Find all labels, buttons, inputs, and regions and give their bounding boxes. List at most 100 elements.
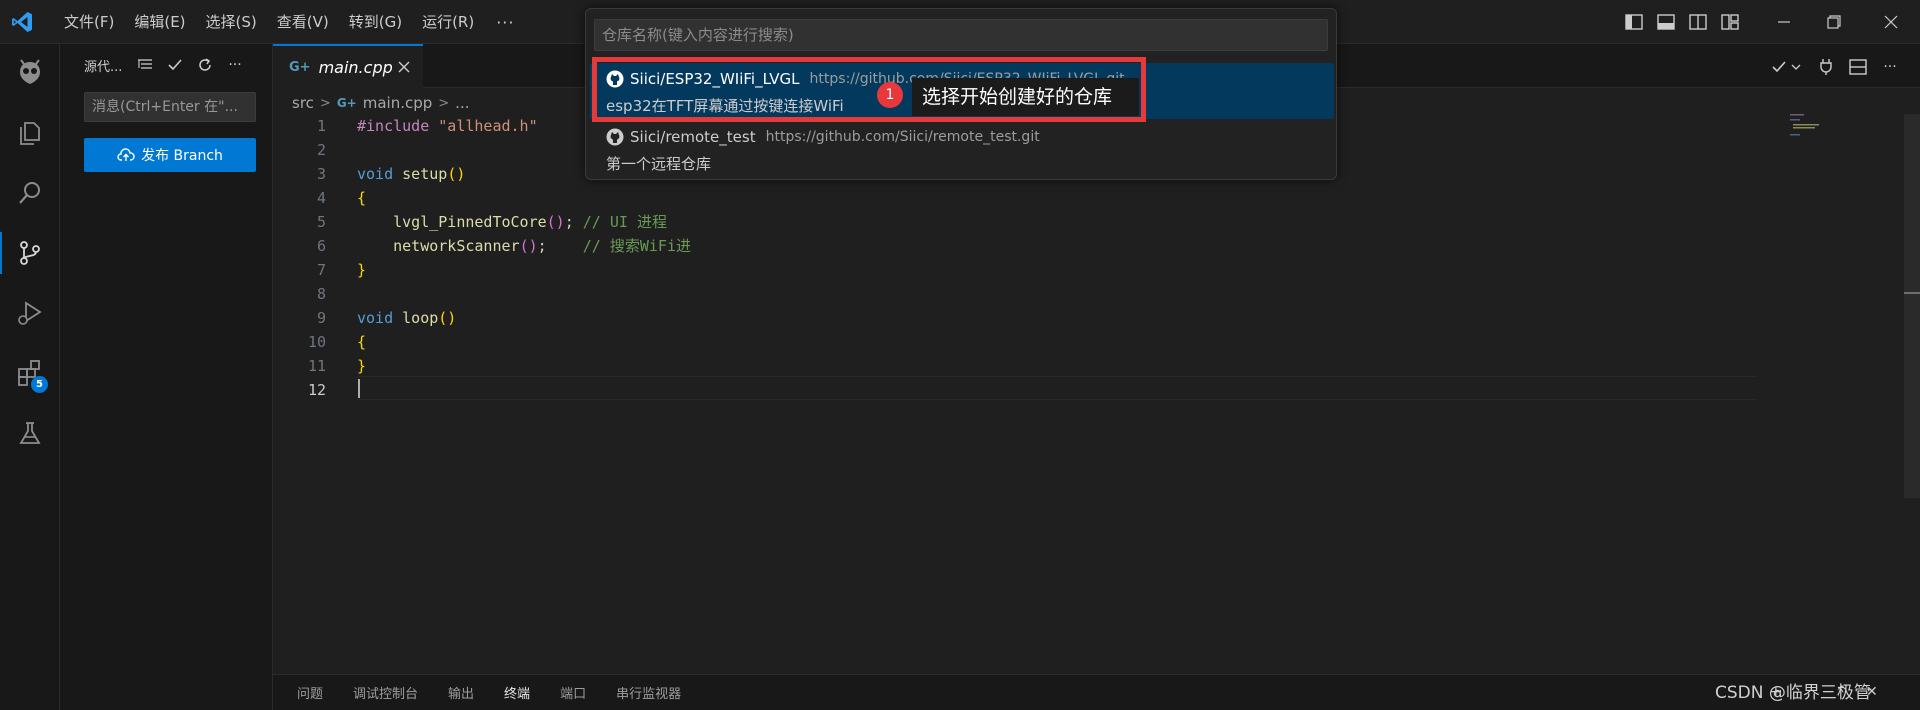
text-cursor xyxy=(358,379,360,398)
line-number: 11 xyxy=(307,357,326,375)
line-number: 1 xyxy=(316,117,326,135)
tab-terminal[interactable]: 终端 xyxy=(504,683,530,702)
menu-run[interactable]: 运行(R) xyxy=(412,7,484,37)
refresh-icon[interactable] xyxy=(194,54,216,76)
extensions-icon[interactable]: 5 xyxy=(0,344,60,402)
cpp-file-icon: G+ xyxy=(336,96,357,110)
line-number: 4 xyxy=(316,189,326,207)
line-number: 12 xyxy=(307,381,326,399)
platformio-icon[interactable] xyxy=(0,44,60,102)
customize-layout-icon[interactable] xyxy=(1718,10,1742,34)
code-editor[interactable]: 1 #include "allhead.h" 2 3 void setup() 4{… xyxy=(273,114,1920,674)
menu-file[interactable]: 文件(F) xyxy=(54,7,124,37)
publish-branch-button[interactable]: 发布 Branch xyxy=(84,138,256,172)
vscode-logo-icon xyxy=(12,12,32,32)
toggle-panel-icon[interactable] xyxy=(1654,10,1678,34)
breadcrumb-file[interactable]: main.cpp xyxy=(363,94,433,112)
tab-ports[interactable]: 端口 xyxy=(560,683,586,702)
code-token: () xyxy=(447,165,466,183)
code-token: "allhead.h" xyxy=(438,117,538,135)
scroll-position-marker xyxy=(1904,292,1920,294)
code-token: setup xyxy=(402,165,448,183)
menu-selection[interactable]: 选择(S) xyxy=(196,7,267,37)
line-number: 3 xyxy=(316,165,326,183)
close-tab-icon[interactable] xyxy=(395,58,413,76)
line-number: 8 xyxy=(316,285,326,303)
quick-pick-item-remote-test[interactable]: Siici/remote_test https://github.com/Sii… xyxy=(590,121,1334,177)
repository-search-input[interactable]: 仓库名称(键入内容进行搜索) xyxy=(594,19,1328,51)
line-number: 6 xyxy=(316,237,326,255)
tab-output[interactable]: 输出 xyxy=(448,683,474,702)
commit-message-input[interactable]: 消息(Ctrl+Enter 在"... xyxy=(84,92,256,122)
code-token: lvgl_PinnedToCore xyxy=(393,213,547,231)
breadcrumb-folder[interactable]: src xyxy=(292,94,314,112)
menu-more-icon[interactable]: ··· xyxy=(484,13,526,32)
code-token: loop xyxy=(402,309,439,327)
menu-bar: 文件(F) 编辑(E) 选择(S) 查看(V) 转到(G) 运行(R) ··· xyxy=(54,0,526,44)
line-number: 10 xyxy=(307,333,326,351)
line-number: 7 xyxy=(316,261,326,279)
toggle-primary-sidebar-icon[interactable] xyxy=(1622,10,1646,34)
code-token: void xyxy=(357,309,394,327)
sidebar-title: 源代... xyxy=(84,60,123,75)
code-token: ; xyxy=(564,213,574,231)
editor-more-icon[interactable]: ··· xyxy=(1879,56,1901,78)
breadcrumb: src > G+ main.cpp > ... xyxy=(292,92,469,114)
code-token: () xyxy=(438,309,457,327)
run-debug-icon[interactable] xyxy=(0,284,60,342)
menu-go[interactable]: 转到(G) xyxy=(339,7,412,37)
close-window-icon[interactable] xyxy=(1879,10,1903,34)
repo-url: https://github.com/Siici/remote_test.git xyxy=(765,129,1040,145)
source-control-icon[interactable] xyxy=(0,224,60,282)
extensions-badge: 5 xyxy=(31,376,48,393)
watermark: CSDN @临界三极管 xyxy=(1715,683,1871,703)
repo-description: 第一个远程仓库 xyxy=(606,155,712,173)
testing-icon[interactable] xyxy=(0,404,60,462)
chevron-down-icon[interactable] xyxy=(1785,56,1807,78)
code-token: networkScanner xyxy=(393,237,520,255)
annotation-label: 选择开始创建好的仓库 xyxy=(912,78,1139,116)
code-token: () xyxy=(519,237,538,255)
tab-problems[interactable]: 问题 xyxy=(297,683,323,702)
tab-serial-monitor[interactable]: 串行监视器 xyxy=(616,683,681,702)
tab-debug-console[interactable]: 调试控制台 xyxy=(353,683,418,702)
breadcrumb-more[interactable]: ... xyxy=(455,94,469,112)
cpp-file-icon: G+ xyxy=(289,59,311,75)
code-token: { xyxy=(357,189,367,207)
code-token: ; xyxy=(537,237,547,255)
explorer-icon[interactable] xyxy=(0,104,60,162)
commit-check-icon[interactable] xyxy=(164,54,186,76)
activity-bar: 5 xyxy=(0,44,60,710)
line-number: 2 xyxy=(316,141,326,159)
menu-view[interactable]: 查看(V) xyxy=(267,7,339,37)
view-as-tree-icon[interactable] xyxy=(134,54,156,76)
tab-label: main.cpp xyxy=(318,57,393,77)
code-token: { xyxy=(357,333,367,351)
code-comment: // UI 进程 xyxy=(582,213,667,231)
minimap[interactable] xyxy=(1790,114,1830,144)
source-control-sidebar: 源代... ··· 消息(Ctrl+Enter 在"... 发布 Branch xyxy=(60,44,273,710)
vertical-scrollbar[interactable] xyxy=(1904,114,1920,498)
chevron-right-icon: > xyxy=(319,95,331,111)
line-number: 9 xyxy=(316,309,326,327)
line-number: 5 xyxy=(316,213,326,231)
search-icon[interactable] xyxy=(0,164,60,222)
more-actions-icon[interactable]: ··· xyxy=(224,54,246,76)
code-comment: // 搜索WiFi进 xyxy=(582,237,691,255)
menu-edit[interactable]: 编辑(E) xyxy=(124,7,195,37)
plug-icon[interactable] xyxy=(1815,56,1837,78)
code-token: () xyxy=(546,213,565,231)
restore-icon[interactable] xyxy=(1822,10,1846,34)
cloud-upload-icon xyxy=(117,148,135,161)
repo-name: Siici/remote_test xyxy=(630,128,756,146)
panel-tab-bar: 问题 调试控制台 输出 终端 端口 串行监视器 xyxy=(273,674,1920,710)
code-token: } xyxy=(357,261,367,279)
annotation-step-number: 1 xyxy=(877,82,903,108)
code-token: } xyxy=(357,357,367,375)
github-icon xyxy=(606,128,624,146)
split-editor-icon[interactable] xyxy=(1847,56,1869,78)
publish-branch-label: 发布 Branch xyxy=(141,148,223,164)
toggle-secondary-sidebar-icon[interactable] xyxy=(1686,10,1710,34)
minimize-icon[interactable] xyxy=(1772,10,1796,34)
tab-main-cpp[interactable]: G+ main.cpp xyxy=(273,44,423,88)
